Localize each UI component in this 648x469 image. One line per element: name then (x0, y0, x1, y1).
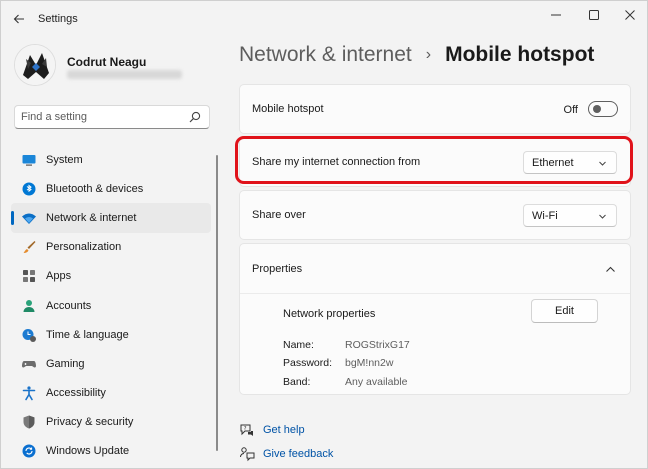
search-input[interactable] (21, 109, 181, 125)
sidebar-item-accounts[interactable]: Accounts (11, 291, 211, 320)
back-arrow-icon (13, 14, 24, 24)
search-box[interactable] (14, 105, 210, 129)
sidebar-item-personalization[interactable]: Personalization (11, 233, 211, 262)
edit-button[interactable]: Edit (531, 299, 598, 323)
shield-icon (21, 414, 37, 430)
sidebar-item-bluetooth[interactable]: Bluetooth & devices (11, 174, 211, 203)
chevron-up-icon[interactable] (605, 264, 616, 275)
accessibility-icon (21, 385, 37, 401)
maximize-icon (589, 10, 599, 20)
properties-title: Properties (252, 263, 303, 275)
sidebar-item-network[interactable]: Network & internet (11, 203, 211, 233)
highlight-annotation (235, 136, 633, 184)
feedback-icon (239, 446, 255, 462)
sidebar-item-label: Personalization (46, 241, 122, 254)
sidebar-item-privacy-security[interactable]: Privacy & security (11, 408, 211, 437)
maximize-button[interactable] (579, 5, 609, 25)
share-over-card: Share over Wi-Fi (239, 190, 631, 240)
sidebar-item-label: Windows Update (46, 445, 130, 458)
prop-password-key: Password: (283, 357, 333, 369)
get-help-link[interactable]: ? Get help (239, 422, 305, 438)
sidebar-item-label: Accounts (46, 299, 92, 312)
sidebar-item-label: Privacy & security (46, 416, 134, 429)
prop-name-value: ROGStrixG17 (345, 339, 410, 351)
prop-name-key: Name: (283, 339, 314, 351)
network-properties-label: Network properties (283, 308, 376, 320)
breadcrumb-separator-icon: › (425, 46, 432, 63)
profile-email-redacted (67, 70, 182, 79)
sidebar-item-system[interactable]: System (11, 145, 211, 174)
sidebar-item-label: Bluetooth & devices (46, 182, 144, 195)
properties-card: Properties Network properties Edit Name:… (239, 243, 631, 395)
sidebar-item-label: Apps (46, 270, 72, 283)
sidebar-nav: System Bluetooth & devices Network & int… (11, 145, 211, 466)
brush-icon (21, 239, 37, 255)
breadcrumb: Network & internet › Mobile hotspot (239, 43, 594, 67)
share-over-label: Share over (252, 209, 306, 221)
minimize-button[interactable] (541, 5, 571, 25)
mobile-hotspot-label: Mobile hotspot (252, 103, 324, 115)
close-button[interactable] (615, 5, 645, 25)
svg-text:?: ? (244, 426, 247, 432)
hotspot-toggle-state: Off (563, 104, 578, 116)
person-icon (21, 298, 37, 314)
window-title: Settings (38, 13, 78, 25)
settings-window: Settings Codrut Neagu Sys (0, 0, 648, 469)
minimize-icon (551, 14, 561, 16)
prop-band-key: Band: (283, 376, 311, 388)
get-help-label: Get help (263, 424, 305, 436)
title-bar: Settings (1, 1, 647, 37)
sidebar-item-accessibility[interactable]: Accessibility (11, 379, 211, 408)
back-button[interactable] (9, 9, 29, 29)
gamepad-icon (21, 356, 37, 372)
sidebar-item-label: Gaming (46, 357, 85, 370)
mobile-hotspot-card: Mobile hotspot Off (239, 84, 631, 134)
prop-password-value: bgM!nn2w (345, 357, 394, 369)
wifi-icon (21, 210, 37, 226)
bluetooth-icon (21, 181, 37, 197)
mobile-hotspot-toggle[interactable] (588, 101, 618, 117)
chevron-down-icon (599, 214, 606, 219)
search-icon[interactable] (188, 110, 202, 124)
monitor-icon (21, 152, 37, 168)
sidebar-item-label: Time & language (46, 328, 129, 341)
sidebar-item-time-language[interactable]: Time & language (11, 320, 211, 349)
toggle-knob (593, 105, 601, 113)
sidebar-item-label: Network & internet (46, 211, 137, 224)
give-feedback-label: Give feedback (263, 448, 334, 460)
close-icon (625, 10, 635, 20)
avatar[interactable] (14, 44, 56, 86)
properties-header[interactable]: Properties (240, 244, 630, 294)
clock-globe-icon (21, 327, 37, 343)
page-title: Mobile hotspot (445, 43, 595, 66)
sidebar-scrollbar[interactable] (216, 155, 218, 451)
share-over-dropdown[interactable]: Wi-Fi (523, 204, 617, 227)
update-icon (21, 443, 37, 459)
sidebar-item-label: Accessibility (46, 387, 106, 400)
give-feedback-link[interactable]: Give feedback (239, 446, 333, 462)
help-icon: ? (239, 422, 255, 438)
apps-icon (21, 268, 37, 284)
sidebar-item-windows-update[interactable]: Windows Update (11, 437, 211, 466)
sidebar-item-apps[interactable]: Apps (11, 262, 211, 291)
profile-name: Codrut Neagu (67, 55, 147, 69)
sidebar-item-label: System (46, 153, 83, 166)
avatar-image-icon (15, 45, 55, 85)
share-over-selected: Wi-Fi (532, 209, 558, 222)
breadcrumb-parent[interactable]: Network & internet (239, 43, 412, 67)
prop-band-value: Any available (345, 376, 408, 388)
sidebar-item-gaming[interactable]: Gaming (11, 349, 211, 378)
